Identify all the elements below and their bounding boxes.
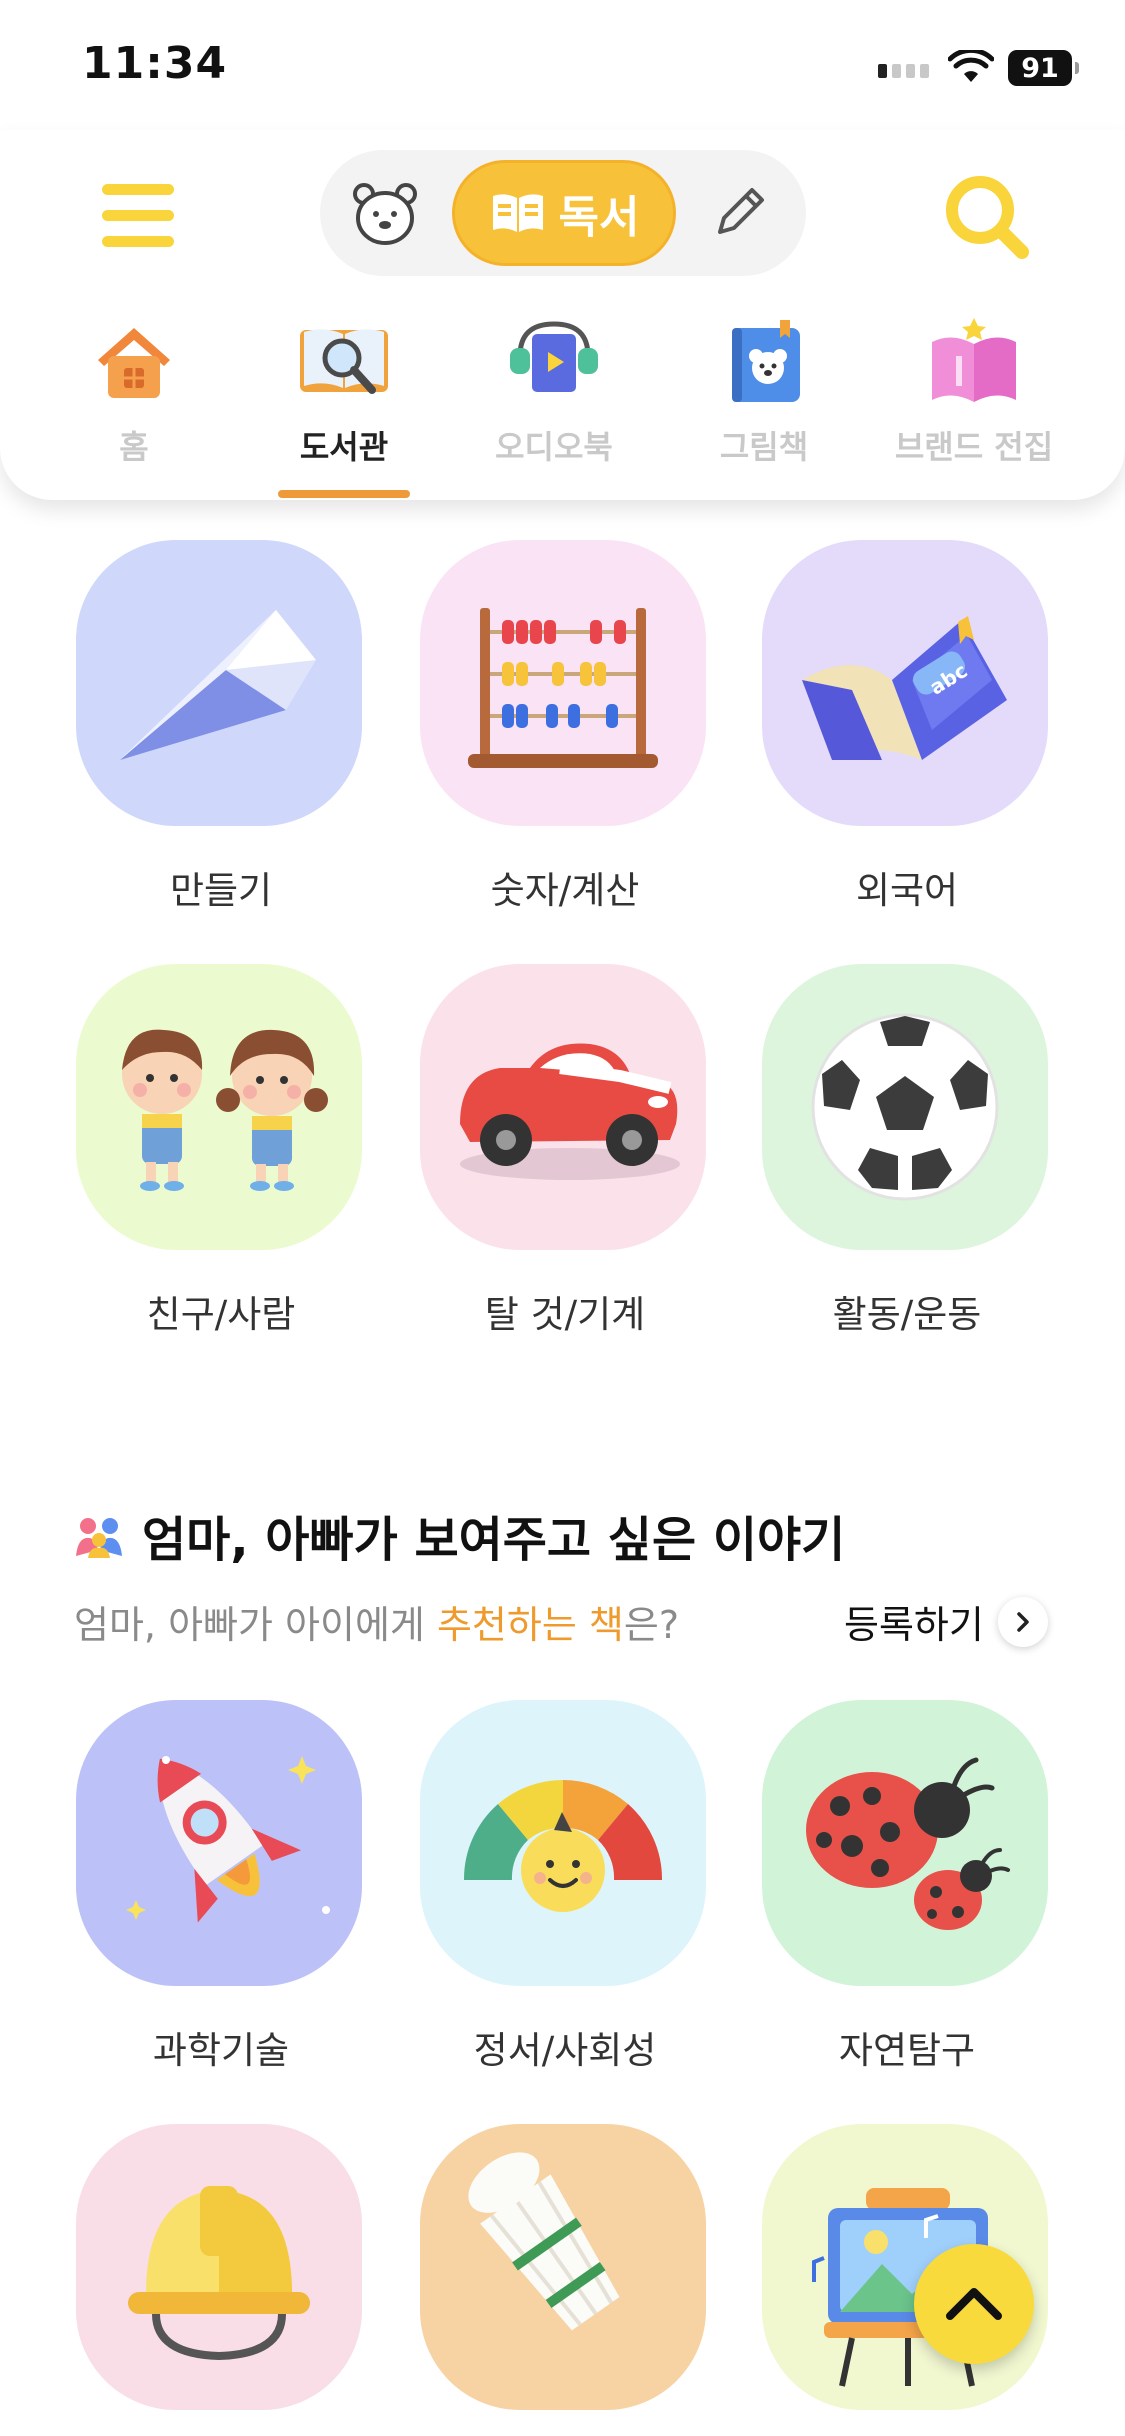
subtitle-text-end: 은?: [623, 1603, 679, 1647]
category-item[interactable]: [76, 2124, 366, 2410]
category-label: 활동/운동: [832, 1293, 982, 1336]
section-header: 엄마, 아빠가 보여주고 싶은 이야기: [74, 1500, 845, 1570]
category-item[interactable]: 활동/운동: [762, 964, 1052, 1338]
active-tab-indicator: [278, 490, 410, 498]
audiobook-icon: [510, 321, 598, 392]
category-label: 탈 것/기계: [484, 1293, 646, 1336]
wifi-icon: [948, 50, 994, 82]
battery-level: 91: [1021, 52, 1059, 84]
pencil-icon[interactable]: [710, 180, 772, 242]
chevron-right-icon: [997, 1596, 1048, 1647]
category-item[interactable]: 숫자/계산: [420, 540, 710, 914]
category-tile: [420, 540, 706, 826]
tab-label: 도서관: [299, 428, 389, 466]
tab-label: 그림책: [719, 428, 809, 466]
category-label: 친구/사람: [146, 1293, 296, 1336]
reading-mode-button[interactable]: 독서: [452, 160, 676, 266]
category-label: 만들기: [169, 869, 273, 912]
battery-indicator: 91: [1008, 50, 1079, 86]
shuttlecock-icon: [468, 2152, 620, 2331]
status-time: 11:34: [82, 38, 228, 89]
subtitle-text: 엄마, 아빠가 아이에게: [74, 1603, 437, 1647]
status-bar: 11:34 91: [0, 0, 1125, 130]
category-item[interactable]: [420, 2124, 710, 2410]
tab-label: 오디오북: [495, 428, 613, 466]
section-subtitle: 엄마, 아빠가 아이에게 추천하는 책은?: [74, 1594, 679, 1649]
picture-book-icon: [732, 320, 800, 402]
category-tile: [76, 2124, 362, 2410]
abacus-icon: [468, 608, 658, 768]
library-book-icon: [300, 329, 388, 394]
paper-plane-icon: [120, 610, 316, 760]
car-icon: [460, 1043, 680, 1180]
cellular-signal-icon: [878, 64, 929, 78]
open-book-icon: [492, 194, 543, 232]
chevron-up-icon: [946, 2288, 1002, 2320]
category-tile: [420, 1700, 706, 1986]
brand-collection-icon: [932, 318, 1016, 402]
category-tile: [420, 2124, 706, 2410]
app-header: 독서 홈 도서관 오디오북 그림책 브랜드 전집: [0, 130, 1125, 500]
mode-switch: 독서: [320, 150, 806, 276]
category-tile: [420, 964, 706, 1250]
category-item[interactable]: abc 외국어: [762, 540, 1052, 914]
category-tile: [762, 964, 1048, 1250]
section-title: 엄마, 아빠가 보여주고 싶은 이야기: [142, 1512, 846, 1568]
reading-mode-label: 독서: [558, 192, 640, 243]
category-tile: [76, 964, 362, 1250]
category-label: 정서/사회성: [473, 2029, 657, 2072]
abc-book-icon: abc: [802, 616, 1007, 760]
family-icon: [76, 1518, 122, 1558]
category-label: 자연탐구: [838, 2029, 976, 2072]
category-label: 외국어: [855, 869, 959, 912]
register-button[interactable]: 등록하기: [844, 1594, 1048, 1649]
category-item[interactable]: 정서/사회성: [420, 1700, 710, 2074]
category-tile: abc: [762, 540, 1048, 826]
category-tile: [76, 540, 362, 826]
search-icon[interactable]: [940, 170, 1032, 262]
category-item[interactable]: 만들기: [76, 540, 366, 914]
category-item[interactable]: 자연탐구: [762, 1700, 1052, 2074]
scroll-to-top-button[interactable]: [914, 2244, 1034, 2364]
hard-hat-icon: [128, 2186, 310, 2361]
ladybug-icon: [806, 1757, 1010, 1930]
rocket-icon: [126, 1756, 330, 1923]
house-icon: [98, 328, 170, 398]
category-label: 과학기술: [152, 2029, 290, 2072]
category-item[interactable]: 친구/사람: [76, 964, 366, 1338]
tab-label: 브랜드 전집: [894, 428, 1054, 466]
soccer-ball-icon: [811, 1013, 999, 1201]
bear-face-icon[interactable]: [352, 178, 418, 248]
tab-label: 홈: [119, 428, 149, 466]
subtitle-highlight: 추천하는 책: [436, 1603, 624, 1647]
category-tab-bar: 홈 도서관 오디오북 그림책 브랜드 전집: [0, 308, 1125, 498]
register-label: 등록하기: [844, 1603, 984, 1647]
category-tile: [762, 1700, 1048, 1986]
category-label: 숫자/계산: [490, 869, 640, 912]
menu-button[interactable]: [102, 180, 178, 250]
category-item[interactable]: 탈 것/기계: [420, 964, 710, 1338]
category-tile: [76, 1700, 362, 1986]
category-item[interactable]: 과학기술: [76, 1700, 366, 2074]
emotion-gauge-icon: [463, 1780, 663, 1912]
friends-icon: [122, 1029, 328, 1191]
